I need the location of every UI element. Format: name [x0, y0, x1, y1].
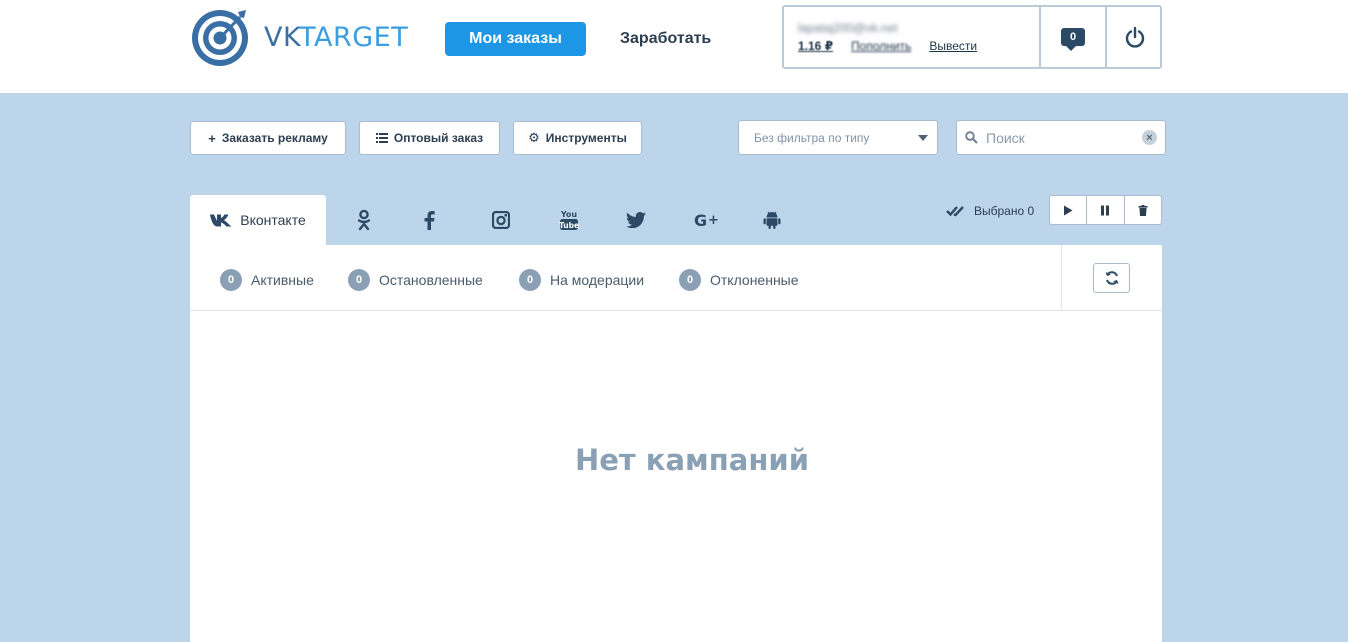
status-label: Активные: [251, 272, 314, 288]
logo-target: TARGET: [299, 21, 409, 53]
type-filter-value: Без фильтра по типу: [754, 130, 870, 145]
messages-button[interactable]: 0: [1041, 7, 1107, 67]
youtube-icon: You Tube: [559, 210, 579, 230]
type-filter-select[interactable]: Без фильтра по типу: [738, 120, 938, 155]
message-bubble-icon: 0: [1061, 28, 1085, 51]
svg-text:G: G: [694, 211, 707, 229]
nav-earn[interactable]: Заработать: [620, 22, 711, 56]
status-bar: 0 Активные 0 Остановленные 0 На модераци…: [190, 245, 1162, 311]
order-ad-label: Заказать рекламу: [221, 131, 328, 145]
withdraw-link[interactable]: Вывести: [929, 39, 977, 53]
tab-facebook[interactable]: [417, 208, 441, 232]
instagram-icon: [492, 211, 510, 229]
tools-label: Инструменты: [545, 131, 627, 145]
list-icon: [375, 133, 388, 143]
order-ad-button[interactable]: + Заказать рекламу: [190, 121, 346, 155]
delete-button[interactable]: [1125, 196, 1161, 224]
svg-text:Tube: Tube: [559, 221, 579, 230]
status-rejected[interactable]: 0 Отклоненные: [679, 269, 799, 291]
vk-icon: [210, 214, 232, 226]
bulk-order-button[interactable]: Оптовый заказ: [359, 121, 500, 155]
bulk-actions: [1049, 195, 1162, 225]
status-label: Отклоненные: [710, 272, 799, 288]
refresh-button[interactable]: [1093, 263, 1130, 293]
svg-text:You: You: [560, 210, 578, 219]
logout-button[interactable]: [1107, 7, 1162, 67]
google-plus-icon: G +: [694, 211, 719, 229]
empty-state: Нет кампаний: [574, 443, 810, 477]
logo-vk: VK: [264, 21, 300, 53]
twitter-icon: [626, 212, 646, 228]
search-icon: [965, 131, 978, 144]
count-badge: 0: [519, 269, 541, 291]
nav-my-orders[interactable]: Мои заказы: [445, 22, 586, 56]
status-stopped[interactable]: 0 Остановленные: [348, 269, 483, 291]
tab-android[interactable]: [760, 208, 784, 232]
account-info: lapataj200@vk.net 1.16 ₽ Пополнить Вывес…: [784, 7, 1041, 67]
refresh-icon: [1105, 271, 1118, 285]
selection-info: Выбрано 0: [946, 201, 1034, 221]
topup-link[interactable]: Пополнить: [851, 39, 911, 53]
search-box[interactable]: ×: [956, 120, 1166, 155]
tab-odnoklassniki[interactable]: [352, 208, 376, 232]
status-active[interactable]: 0 Активные: [220, 269, 314, 291]
tab-vkontakte-label: Вконтакте: [240, 212, 306, 228]
tab-instagram[interactable]: [489, 208, 513, 232]
count-badge: 0: [348, 269, 370, 291]
tab-youtube[interactable]: You Tube: [557, 208, 581, 232]
status-label: Остановленные: [379, 272, 483, 288]
logo[interactable]: VKTARGET: [190, 6, 420, 68]
trash-icon: [1138, 204, 1148, 216]
account-balance[interactable]: 1.16 ₽: [798, 39, 833, 53]
account-panel: lapataj200@vk.net 1.16 ₽ Пополнить Вывес…: [782, 5, 1162, 69]
pause-icon: [1101, 205, 1110, 215]
messages-count: 0: [1069, 31, 1077, 43]
status-label: На модерации: [550, 272, 645, 288]
tools-button[interactable]: ⚙ Инструменты: [513, 121, 642, 155]
status-moderation[interactable]: 0 На модерации: [519, 269, 644, 291]
clear-search-icon[interactable]: ×: [1142, 130, 1157, 145]
facebook-icon: [424, 210, 435, 230]
count-badge: 0: [220, 269, 242, 291]
power-icon: [1125, 26, 1144, 48]
pause-button[interactable]: [1087, 196, 1125, 224]
tab-twitter[interactable]: [624, 208, 648, 232]
caret-down-icon: [918, 135, 928, 141]
account-row: 1.16 ₽ Пополнить Вывести: [798, 39, 1039, 53]
android-icon: [763, 211, 781, 229]
play-button[interactable]: [1050, 196, 1088, 224]
plus-icon: +: [208, 130, 216, 146]
target-logo-icon: [192, 10, 248, 66]
count-badge: 0: [679, 269, 701, 291]
bulk-order-label: Оптовый заказ: [393, 131, 484, 145]
selected-count: Выбрано 0: [974, 204, 1035, 218]
odnoklassniki-icon: [357, 209, 371, 231]
play-icon: [1064, 205, 1073, 215]
double-check-icon: [946, 206, 964, 217]
divider: [1061, 245, 1062, 311]
tab-google-plus[interactable]: G +: [694, 208, 722, 232]
campaigns-panel: 0 Активные 0 Остановленные 0 На модераци…: [190, 245, 1162, 642]
gear-icon: ⚙: [528, 130, 540, 145]
account-email: lapataj200@vk.net: [798, 21, 898, 35]
header: VKTARGET Мои заказы Заработать lapataj20…: [0, 0, 1348, 93]
search-input[interactable]: [986, 129, 1136, 146]
svg-text:+: +: [708, 213, 719, 228]
tab-vkontakte[interactable]: Вконтакте: [190, 195, 326, 245]
logo-text: VKTARGET: [264, 22, 408, 53]
